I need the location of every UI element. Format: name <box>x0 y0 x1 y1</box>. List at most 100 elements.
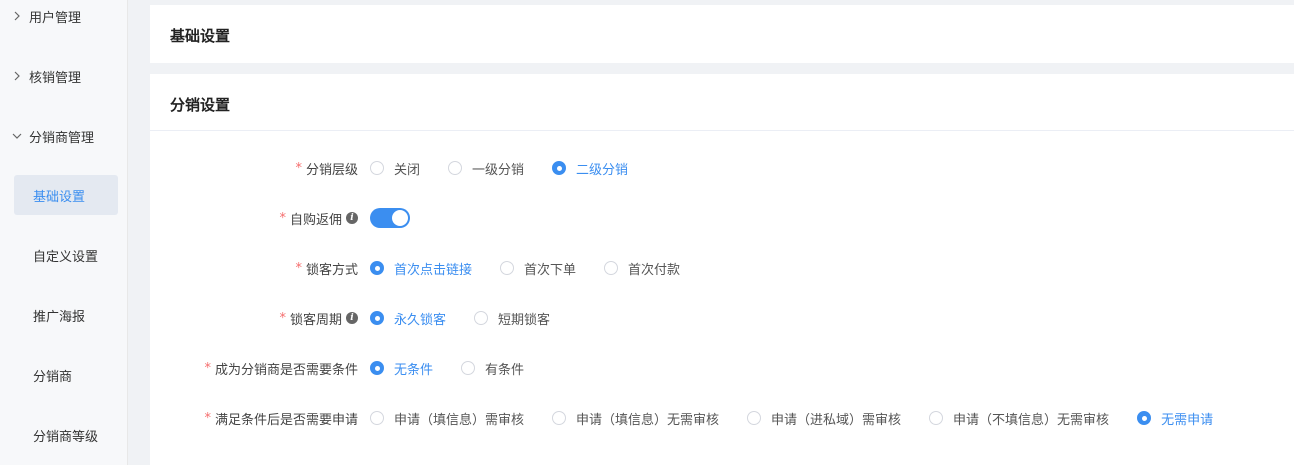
radio-group: 永久锁客 短期锁客 <box>370 306 550 330</box>
form-label-text: 分销层级 <box>305 162 358 178</box>
sidebar-item-distributor-levels[interactable]: 分销商等级 <box>14 415 118 455</box>
panel-title: 基础设置 <box>170 27 231 45</box>
sidebar-group-verification-management[interactable]: 核销管理 <box>0 60 128 92</box>
sidebar: 用户管理 核销管理 分销商管理 基础设置 自定义设置 推广海报 分销商 分销商等… <box>0 0 128 465</box>
form-label: * 分销层级 <box>295 156 358 180</box>
radio-circle <box>474 311 489 325</box>
required-mark: * <box>279 210 286 226</box>
form-label: * 锁客方式 <box>295 256 358 280</box>
basic-settings-panel: 基础设置 <box>150 5 1294 63</box>
sidebar-group-distributor-management[interactable]: 分销商管理 <box>0 120 128 152</box>
radio-label: 无需申请 <box>1161 412 1214 428</box>
radio-circle <box>552 411 567 425</box>
form-label: * 满足条件后是否需要申请 <box>204 406 358 430</box>
info-icon[interactable]: i <box>346 312 358 324</box>
sidebar-group-label: 分销商管理 <box>29 130 95 146</box>
sidebar-item-label: 分销商等级 <box>33 429 99 445</box>
radio-option[interactable]: 首次付款 <box>604 259 680 278</box>
radio-option[interactable]: 有条件 <box>461 359 524 378</box>
radio-label: 申请（填信息）需审核 <box>394 412 525 428</box>
form-label-text: 自购返佣 <box>289 212 342 228</box>
required-mark: * <box>279 310 286 326</box>
radio-option[interactable]: 首次下单 <box>500 259 576 278</box>
radio-circle <box>500 261 515 275</box>
distribution-settings-panel: 分销设置 * 分销层级 关闭 一级分销 二级分销 * 自购返佣 i * 锁客方式 首次点… <box>150 74 1294 465</box>
radio-circle <box>370 311 384 325</box>
panel-title: 分销设置 <box>170 96 231 114</box>
radio-option[interactable]: 一级分销 <box>448 159 524 178</box>
radio-circle <box>604 261 619 275</box>
radio-label: 申请（进私域）需审核 <box>771 412 902 428</box>
sidebar-item-custom-settings[interactable]: 自定义设置 <box>14 235 118 275</box>
radio-circle <box>929 411 944 425</box>
radio-circle <box>448 161 463 175</box>
sidebar-item-label: 基础设置 <box>33 189 86 205</box>
radio-circle <box>370 161 384 175</box>
required-mark: * <box>204 410 211 426</box>
radio-option[interactable]: 二级分销 <box>552 159 628 178</box>
sidebar-item-label: 推广海报 <box>33 309 86 325</box>
form-label-text: 满足条件后是否需要申请 <box>214 412 358 428</box>
radio-circle <box>370 411 384 425</box>
form-label: * 自购返佣 i <box>279 206 358 230</box>
form-row-self-rebate: * 自购返佣 i <box>150 206 1294 230</box>
radio-option[interactable]: 申请（填信息）需审核 <box>370 409 524 428</box>
required-mark: * <box>295 160 302 176</box>
radio-circle <box>747 411 762 425</box>
form-row-condition: * 成为分销商是否需要条件 无条件 有条件 <box>150 356 1294 380</box>
form-label: * 成为分销商是否需要条件 <box>204 356 358 380</box>
form-row-lock-period: * 锁客周期 i 永久锁客 短期锁客 <box>150 306 1294 330</box>
radio-label: 首次点击链接 <box>394 262 473 278</box>
radio-circle <box>1137 411 1152 425</box>
radio-group: 无条件 有条件 <box>370 356 524 380</box>
sidebar-group-label: 用户管理 <box>29 10 82 26</box>
radio-group: 申请（填信息）需审核 申请（填信息）无需审核 申请（进私域）需审核 申请（不填信… <box>370 406 1213 430</box>
form-row-distribution-level: * 分销层级 关闭 一级分销 二级分销 <box>150 156 1294 180</box>
divider <box>150 130 1294 131</box>
radio-label: 申请（填信息）无需审核 <box>576 412 720 428</box>
radio-label: 申请（不填信息）无需审核 <box>953 412 1110 428</box>
radio-option[interactable]: 无条件 <box>370 359 433 378</box>
self-rebate-toggle[interactable] <box>370 208 410 228</box>
radio-option[interactable]: 无需申请 <box>1137 409 1213 428</box>
radio-option[interactable]: 申请（填信息）无需审核 <box>552 409 719 428</box>
sidebar-group-label: 核销管理 <box>29 70 82 86</box>
sidebar-group-user-management[interactable]: 用户管理 <box>0 0 128 32</box>
form-row-lock-method: * 锁客方式 首次点击链接 首次下单 首次付款 <box>150 256 1294 280</box>
sidebar-item-distributors[interactable]: 分销商 <box>14 355 118 395</box>
radio-label: 二级分销 <box>576 162 629 178</box>
radio-circle <box>461 361 476 375</box>
chevron-right-icon <box>10 9 24 23</box>
radio-group: 首次点击链接 首次下单 首次付款 <box>370 256 680 280</box>
sidebar-item-label: 自定义设置 <box>33 249 99 265</box>
radio-option[interactable]: 申请（不填信息）无需审核 <box>929 409 1109 428</box>
form-label-text: 锁客方式 <box>305 262 358 278</box>
radio-label: 关闭 <box>394 162 421 178</box>
radio-group: 关闭 一级分销 二级分销 <box>370 156 628 180</box>
radio-label: 永久锁客 <box>394 312 447 328</box>
form-label-text: 锁客周期 <box>289 312 342 328</box>
chevron-down-icon <box>10 129 24 143</box>
radio-label: 有条件 <box>485 362 525 378</box>
radio-option[interactable]: 关闭 <box>370 159 420 178</box>
radio-option[interactable]: 永久锁客 <box>370 309 446 328</box>
sidebar-item-basic-settings[interactable]: 基础设置 <box>14 175 118 215</box>
required-mark: * <box>295 260 302 276</box>
sidebar-item-promo-poster[interactable]: 推广海报 <box>14 295 118 335</box>
toggle-knob <box>392 210 408 226</box>
radio-label: 一级分销 <box>472 162 525 178</box>
radio-option[interactable]: 首次点击链接 <box>370 259 472 278</box>
radio-label: 首次付款 <box>628 262 681 278</box>
radio-label: 短期锁客 <box>498 312 551 328</box>
radio-label: 首次下单 <box>524 262 577 278</box>
sidebar-item-label: 分销商 <box>33 369 73 385</box>
chevron-right-icon <box>10 69 24 83</box>
info-icon[interactable]: i <box>346 212 358 224</box>
radio-option[interactable]: 申请（进私域）需审核 <box>747 409 901 428</box>
radio-circle <box>370 261 384 275</box>
radio-label: 无条件 <box>394 362 434 378</box>
radio-option[interactable]: 短期锁客 <box>474 309 550 328</box>
radio-circle <box>370 361 384 375</box>
form-label-text: 成为分销商是否需要条件 <box>214 362 358 378</box>
required-mark: * <box>204 360 211 376</box>
